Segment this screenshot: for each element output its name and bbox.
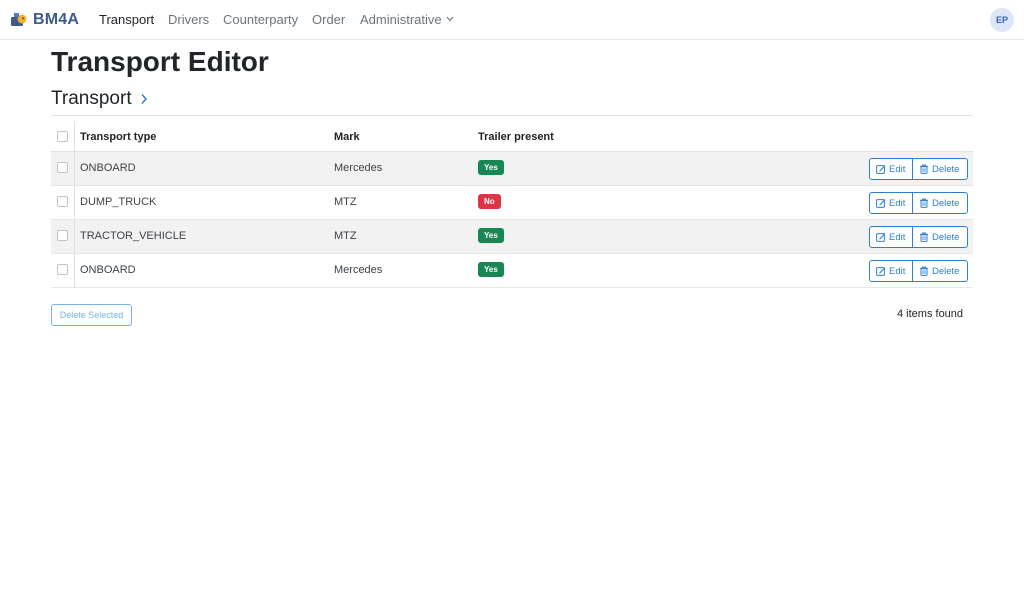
page-title: Transport Editor <box>51 46 269 77</box>
nav-transport[interactable]: Transport <box>99 12 154 27</box>
nav-drivers[interactable]: Drivers <box>168 12 209 27</box>
nav-administrative-label: Administrative <box>360 12 442 27</box>
delete-label: Delete <box>932 163 960 175</box>
trailer-badge: No <box>478 194 501 209</box>
edit-icon <box>876 165 886 174</box>
column-header-trailer-present[interactable]: Trailer present <box>478 131 554 143</box>
column-divider <box>74 152 75 185</box>
edit-label: Edit <box>889 163 906 175</box>
transport-type-cell: TRACTOR_VEHICLE <box>80 230 187 242</box>
row-actions: Edit Delete <box>869 226 968 248</box>
edit-button[interactable]: Edit <box>869 226 913 248</box>
chevron-right-icon <box>141 94 147 104</box>
row-checkbox[interactable] <box>57 264 68 275</box>
divider <box>51 115 973 116</box>
trailer-badge: Yes <box>478 262 504 277</box>
column-divider <box>74 254 75 287</box>
chevron-down-icon <box>446 16 454 22</box>
delete-label: Delete <box>932 197 960 209</box>
row-actions: Edit Delete <box>869 158 968 180</box>
table-row: DUMP_TRUCK MTZ No Edit Delete <box>51 186 973 220</box>
column-divider <box>74 186 75 219</box>
delete-label: Delete <box>932 265 960 277</box>
brand-name: BM4A <box>33 11 80 28</box>
table-row: ONBOARD Mercedes Yes Edit Delete <box>51 152 973 186</box>
transport-table: Transport type Mark Trailer present ONBO… <box>51 122 973 288</box>
edit-icon <box>876 233 886 242</box>
select-all-checkbox[interactable] <box>57 131 68 142</box>
top-navbar: BM4A Transport Drivers Counterparty Orde… <box>0 0 1024 40</box>
trash-icon <box>920 164 928 174</box>
section-title[interactable]: Transport <box>51 88 148 110</box>
user-avatar[interactable]: EP <box>990 8 1014 32</box>
transport-type-cell: ONBOARD <box>80 264 136 276</box>
row-actions: Edit Delete <box>869 260 968 282</box>
edit-label: Edit <box>889 197 906 209</box>
mark-cell: Mercedes <box>334 162 383 174</box>
delete-button[interactable]: Delete <box>913 226 968 248</box>
edit-button[interactable]: Edit <box>869 260 913 282</box>
items-found-count: 4 items found <box>897 308 964 320</box>
row-actions: Edit Delete <box>869 192 968 214</box>
edit-label: Edit <box>889 231 906 243</box>
edit-icon <box>876 267 886 276</box>
column-divider <box>74 122 75 151</box>
mark-cell: MTZ <box>334 196 357 208</box>
edit-icon <box>876 199 886 208</box>
table-header: Transport type Mark Trailer present <box>51 122 973 152</box>
mark-cell: MTZ <box>334 230 357 242</box>
trash-icon <box>920 198 928 208</box>
row-checkbox[interactable] <box>57 230 68 241</box>
row-checkbox[interactable] <box>57 196 68 207</box>
delete-button[interactable]: Delete <box>913 260 968 282</box>
nav-administrative[interactable]: Administrative <box>360 12 454 27</box>
edit-label: Edit <box>889 265 906 277</box>
row-checkbox[interactable] <box>57 162 68 173</box>
transport-type-cell: ONBOARD <box>80 162 136 174</box>
edit-button[interactable]: Edit <box>869 192 913 214</box>
delete-selected-button[interactable]: Delete Selected <box>51 304 132 326</box>
nav-order[interactable]: Order <box>312 12 345 27</box>
trash-icon <box>920 232 928 242</box>
nav-counterparty[interactable]: Counterparty <box>223 12 298 27</box>
trailer-badge: Yes <box>478 228 504 243</box>
table-row: TRACTOR_VEHICLE MTZ Yes Edit Delete <box>51 220 973 254</box>
bm4a-logo-icon <box>11 13 27 26</box>
trailer-badge: Yes <box>478 160 504 175</box>
column-divider <box>74 220 75 253</box>
edit-button[interactable]: Edit <box>869 158 913 180</box>
transport-type-cell: DUMP_TRUCK <box>80 196 157 208</box>
delete-button[interactable]: Delete <box>913 192 968 214</box>
mark-cell: Mercedes <box>334 264 383 276</box>
trash-icon <box>920 266 928 276</box>
brand[interactable]: BM4A <box>10 9 79 31</box>
column-header-transport-type[interactable]: Transport type <box>80 131 156 143</box>
delete-label: Delete <box>932 231 960 243</box>
delete-button[interactable]: Delete <box>913 158 968 180</box>
table-row: ONBOARD Mercedes Yes Edit Delete <box>51 254 973 288</box>
column-header-mark[interactable]: Mark <box>334 131 360 143</box>
section-title-label: Transport <box>51 88 132 109</box>
